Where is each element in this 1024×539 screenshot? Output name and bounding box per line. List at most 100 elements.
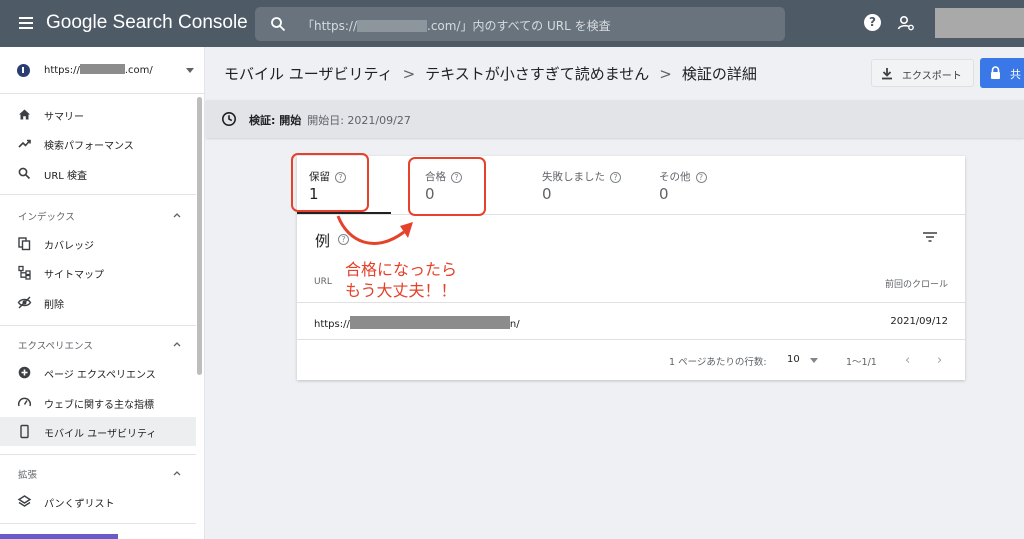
divider <box>0 523 196 524</box>
breadcrumb-mobile-usability[interactable]: モバイル ユーザビリティ <box>224 65 393 83</box>
copy-icon <box>18 237 31 251</box>
annotation-text-line2: もう大丈夫！！ <box>345 281 457 300</box>
sidebar-item-label: サマリー <box>44 112 84 123</box>
plus-circle-icon <box>18 366 31 379</box>
breadcrumb-separator: > <box>659 65 672 83</box>
section-title-experience[interactable]: エクスペリエンス <box>18 338 93 352</box>
sidebar: https:// .com/ サマリー 検索パフォーマンス URL 検査 インデッ… <box>0 47 205 539</box>
chevron-down-icon[interactable] <box>810 358 818 363</box>
sidebar-item-sitemaps[interactable]: サイトマップ <box>0 258 196 287</box>
divider <box>0 325 196 326</box>
metric-label: その他? <box>659 169 707 184</box>
bottom-accent-stripe <box>0 534 118 539</box>
annotation-arrow <box>336 215 413 245</box>
section-title-enhancements[interactable]: 拡張 <box>18 467 37 481</box>
download-icon <box>882 68 892 80</box>
export-button[interactable]: エクスポート <box>871 59 974 87</box>
sidebar-item-label: ページ エクスペリエンス <box>44 370 156 381</box>
prev-page-button[interactable]: ‹ <box>905 353 910 368</box>
help-icon[interactable]: ? <box>864 14 881 31</box>
sidebar-item-label: パンくずリスト <box>44 499 115 510</box>
top-app-bar: Google Search Console 「https:// .com/」内のす… <box>0 0 1024 47</box>
metric-label-text: 失敗しました <box>542 171 605 183</box>
property-url-suffix: .com/ <box>124 65 153 76</box>
breadcrumb: モバイル ユーザビリティ > テキストが小さすぎて読めません > 検証の詳細 <box>224 63 757 84</box>
sidebar-item-label: ウェブに関する主な指標 <box>44 400 154 411</box>
sidebar-item-mobile-usability[interactable]: モバイル ユーザビリティ <box>0 417 196 446</box>
status-label: 検証: 開始 <box>249 114 302 127</box>
property-selector[interactable]: https:// .com/ <box>0 47 205 94</box>
annotation-box-passed <box>408 157 486 216</box>
menu-icon[interactable] <box>19 17 33 29</box>
url-suffix: n/ <box>509 319 520 330</box>
app-title[interactable]: Google Search Console <box>46 12 248 34</box>
divider <box>0 454 196 455</box>
search-icon <box>271 17 286 32</box>
gauge-icon <box>17 397 32 407</box>
property-icon <box>17 64 30 77</box>
account-avatar-redacted[interactable] <box>935 8 1024 38</box>
metric-label-text: その他 <box>659 171 691 183</box>
next-page-button[interactable]: › <box>937 353 942 368</box>
rows-per-page-select[interactable]: 10 <box>787 354 800 365</box>
breadcrumb-validation-details: 検証の詳細 <box>681 65 757 83</box>
status-start-date: 開始日: 2021/09/27 <box>307 114 411 127</box>
help-circle-icon[interactable]: ? <box>695 172 707 183</box>
search-placeholder-start: 「https:// <box>302 19 358 33</box>
sidebar-item-removals[interactable]: 削除 <box>0 288 196 317</box>
search-input[interactable]: 「https:// .com/」内のすべての URL を検査 <box>302 17 611 34</box>
url-prefix: https:// <box>314 319 350 330</box>
divider <box>297 302 965 303</box>
metric-label: 失敗しました? <box>542 169 621 184</box>
sidebar-item-url-inspection[interactable]: URL 検査 <box>0 159 196 188</box>
redaction-mask <box>349 316 510 329</box>
share-button[interactable]: 共 <box>980 58 1024 88</box>
validation-status-bar: 検証: 開始 開始日: 2021/09/27 <box>206 100 1024 138</box>
property-url-prefix: https:// <box>44 65 80 76</box>
url-inspect-search[interactable]: 「https:// .com/」内のすべての URL を検査 <box>255 7 785 41</box>
help-circle-icon[interactable]: ? <box>610 172 621 183</box>
sidebar-item-summary[interactable]: サマリー <box>0 100 196 129</box>
divider <box>0 194 196 195</box>
chevron-up-icon[interactable] <box>173 340 181 348</box>
divider <box>297 339 965 340</box>
eye-off-icon <box>17 296 32 309</box>
breadcrumb-issue[interactable]: テキストが小さすぎて読めません <box>425 65 649 83</box>
column-header-last-crawl[interactable]: 前回のクロール <box>885 277 948 290</box>
sitemap-icon <box>18 265 31 280</box>
trending-icon <box>18 139 31 148</box>
sidebar-item-coverage[interactable]: カバレッジ <box>0 229 196 258</box>
chevron-down-icon[interactable] <box>186 68 194 73</box>
breadcrumb-separator: > <box>402 65 416 83</box>
home-icon <box>19 109 30 120</box>
sidebar-item-core-web-vitals[interactable]: ウェブに関する主な指標 <box>0 388 196 417</box>
redaction-mask <box>79 64 125 74</box>
sidebar-item-label: 削除 <box>44 300 64 311</box>
redaction-mask <box>357 20 428 32</box>
filter-icon[interactable] <box>923 232 937 242</box>
metric-value: 0 <box>542 185 552 203</box>
layers-icon <box>17 495 32 507</box>
column-header-url[interactable]: URL <box>314 277 332 287</box>
sidebar-item-label: モバイル ユーザビリティ <box>44 429 157 440</box>
metric-value: 0 <box>659 185 669 203</box>
sidebar-item-performance[interactable]: 検索パフォーマンス <box>0 129 196 158</box>
search-placeholder-end: .com/」内のすべての URL を検査 <box>427 19 611 33</box>
chevron-up-icon[interactable] <box>173 211 181 219</box>
export-label: エクスポート <box>902 71 962 82</box>
examples-title: 例 <box>315 232 331 250</box>
validation-status: 検証: 開始 開始日: 2021/09/27 <box>249 112 411 128</box>
section-title-index[interactable]: インデックス <box>18 209 75 223</box>
annotation-box-pending <box>291 153 369 212</box>
search-icon <box>18 167 31 180</box>
chevron-up-icon[interactable] <box>173 469 181 477</box>
account-settings-icon[interactable] <box>897 14 915 32</box>
rows-per-page-label: 1 ページあたりの行数: <box>669 357 767 368</box>
sidebar-scrollbar[interactable] <box>197 97 202 375</box>
sidebar-item-label: 検索パフォーマンス <box>44 141 134 152</box>
sidebar-item-breadcrumbs[interactable]: パンくずリスト <box>0 487 196 516</box>
table-row-url[interactable]: https:// n/ <box>314 316 520 330</box>
clock-icon <box>222 112 236 126</box>
sidebar-item-page-experience[interactable]: ページ エクスペリエンス <box>0 358 196 387</box>
sidebar-item-label: カバレッジ <box>44 241 94 252</box>
